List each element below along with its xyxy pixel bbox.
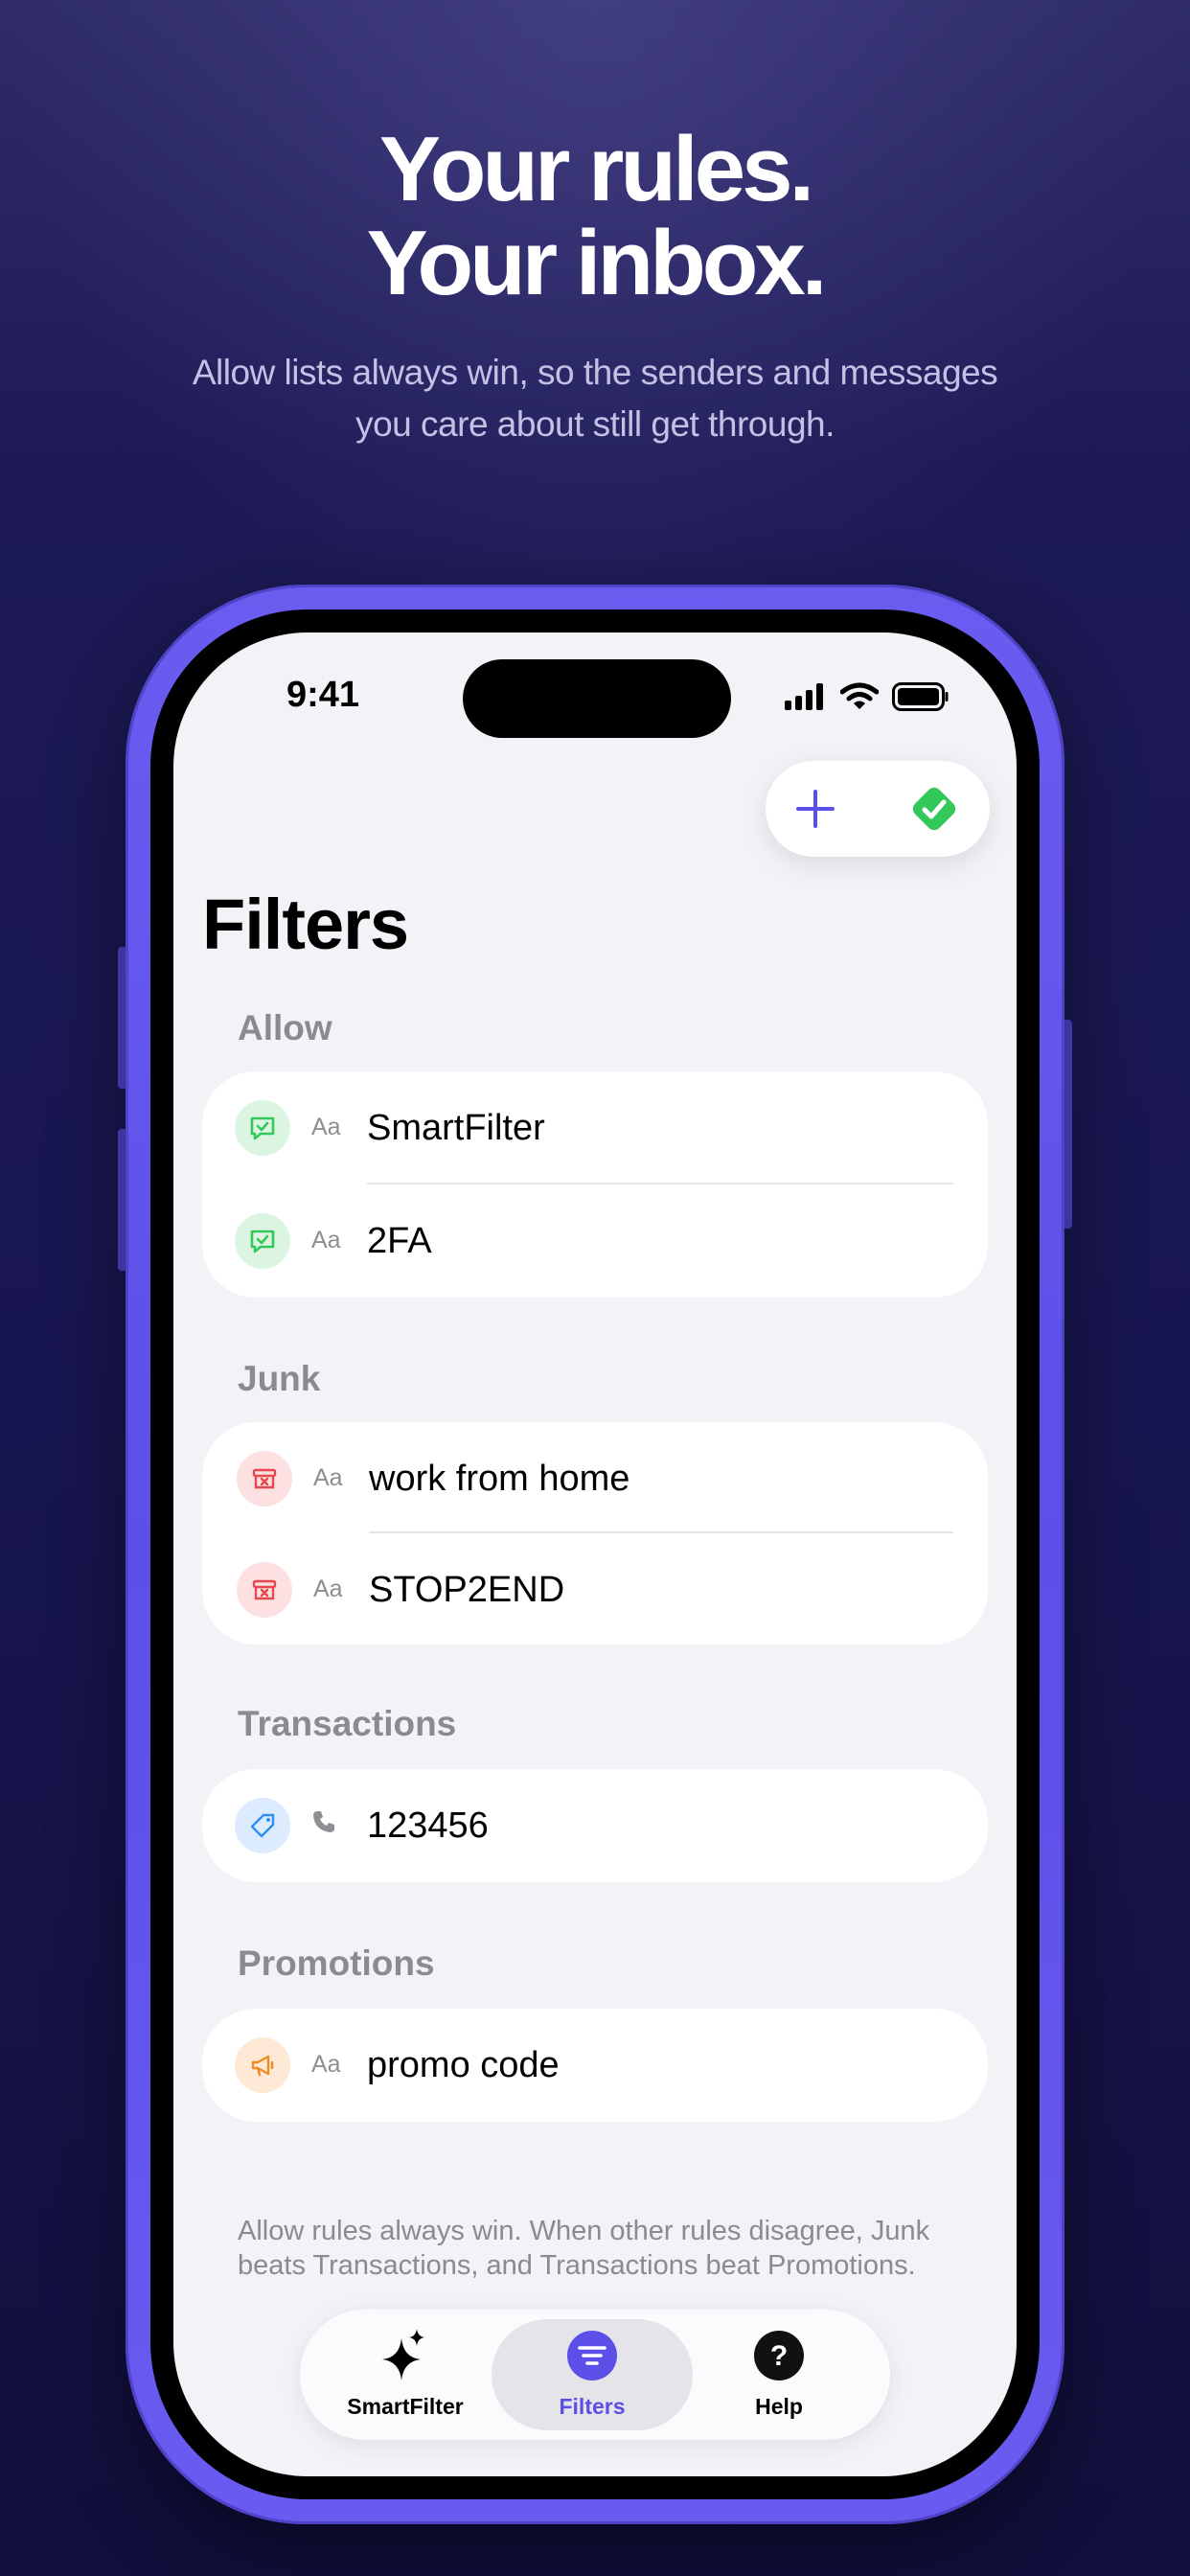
message-check-icon (235, 1100, 290, 1156)
filter-text: promo code (367, 2045, 560, 2085)
filter-text: 123456 (367, 1806, 489, 1846)
headline-line-1: Your rules. (378, 118, 814, 220)
message-check-icon (235, 1213, 290, 1269)
megaphone-icon (235, 2037, 290, 2093)
cellular-signal-icon (785, 683, 823, 710)
tab-bar: SmartFilter Filters ? Help (300, 2310, 890, 2440)
phone-screen: 9:41 Filters Allow Aa SmartFilter Aa 2FA… (173, 632, 1017, 2476)
section-label-transactions: Transactions (238, 1704, 457, 1743)
marketing-subhead: Allow lists always win, so the senders a… (192, 353, 998, 444)
filter-lines-icon (496, 2327, 688, 2384)
tag-icon (235, 1798, 290, 1853)
filter-row[interactable]: Aa work from home (202, 1422, 988, 1535)
text-match-icon: Aa (313, 1464, 343, 1491)
filter-row[interactable]: Aa STOP2END (202, 1533, 988, 1646)
dynamic-island (463, 659, 731, 738)
toolbar-actions (766, 761, 990, 857)
tab-label: Filters (559, 2394, 626, 2419)
checkmark-diamond-icon (912, 787, 956, 831)
filter-text: STOP2END (369, 1570, 565, 1610)
filter-row[interactable]: Aa SmartFilter (202, 1071, 988, 1184)
wifi-icon (840, 682, 879, 709)
section-label-promotions: Promotions (238, 1944, 435, 1983)
status-icons (785, 682, 950, 711)
phone-number-icon (309, 1807, 338, 1843)
tab-help[interactable]: ? Help (683, 2310, 875, 2440)
section-label-junk: Junk (238, 1359, 321, 1398)
filter-row[interactable]: Aa 2FA (202, 1184, 988, 1298)
junk-card: Aa work from home Aa STOP2END (202, 1422, 988, 1644)
filter-text: 2FA (367, 1221, 432, 1261)
sparkles-icon (309, 2327, 501, 2384)
marketing-headline: Your rules. Your inbox. (0, 123, 1190, 310)
battery-icon (892, 682, 949, 711)
archive-x-icon (237, 1451, 292, 1506)
allow-card: Aa SmartFilter Aa 2FA (202, 1071, 988, 1298)
text-match-icon: Aa (311, 2051, 341, 2078)
text-match-icon: Aa (313, 1576, 343, 1602)
background-glow (0, 0, 1190, 671)
text-match-icon: Aa (311, 1114, 341, 1140)
tab-smartfilter[interactable]: SmartFilter (309, 2310, 501, 2440)
headline-line-2: Your inbox. (366, 212, 828, 314)
archive-x-icon (237, 1562, 292, 1618)
rules-footnote: Allow rules always win. When other rules… (238, 2216, 930, 2281)
text-match-icon: Aa (311, 1227, 341, 1254)
transactions-card: 123456 (202, 1769, 988, 1882)
add-filter-button[interactable] (787, 780, 844, 838)
tab-label: Help (755, 2394, 803, 2419)
filter-row[interactable]: 123456 (202, 1769, 988, 1882)
section-label-allow: Allow (238, 1008, 332, 1047)
svg-text:?: ? (770, 2340, 788, 2372)
promotions-card: Aa promo code (202, 2009, 988, 2122)
tab-filters[interactable]: Filters (496, 2310, 688, 2440)
status-time: 9:41 (286, 675, 360, 715)
page-title: Filters (202, 885, 409, 964)
filter-row[interactable]: Aa promo code (202, 2009, 988, 2122)
filter-text: work from home (369, 1459, 630, 1499)
plus-icon (796, 790, 835, 828)
filter-text: SmartFilter (367, 1108, 545, 1148)
confirm-button[interactable] (902, 776, 967, 841)
question-circle-icon: ? (683, 2327, 875, 2384)
tab-label: SmartFilter (347, 2394, 464, 2419)
